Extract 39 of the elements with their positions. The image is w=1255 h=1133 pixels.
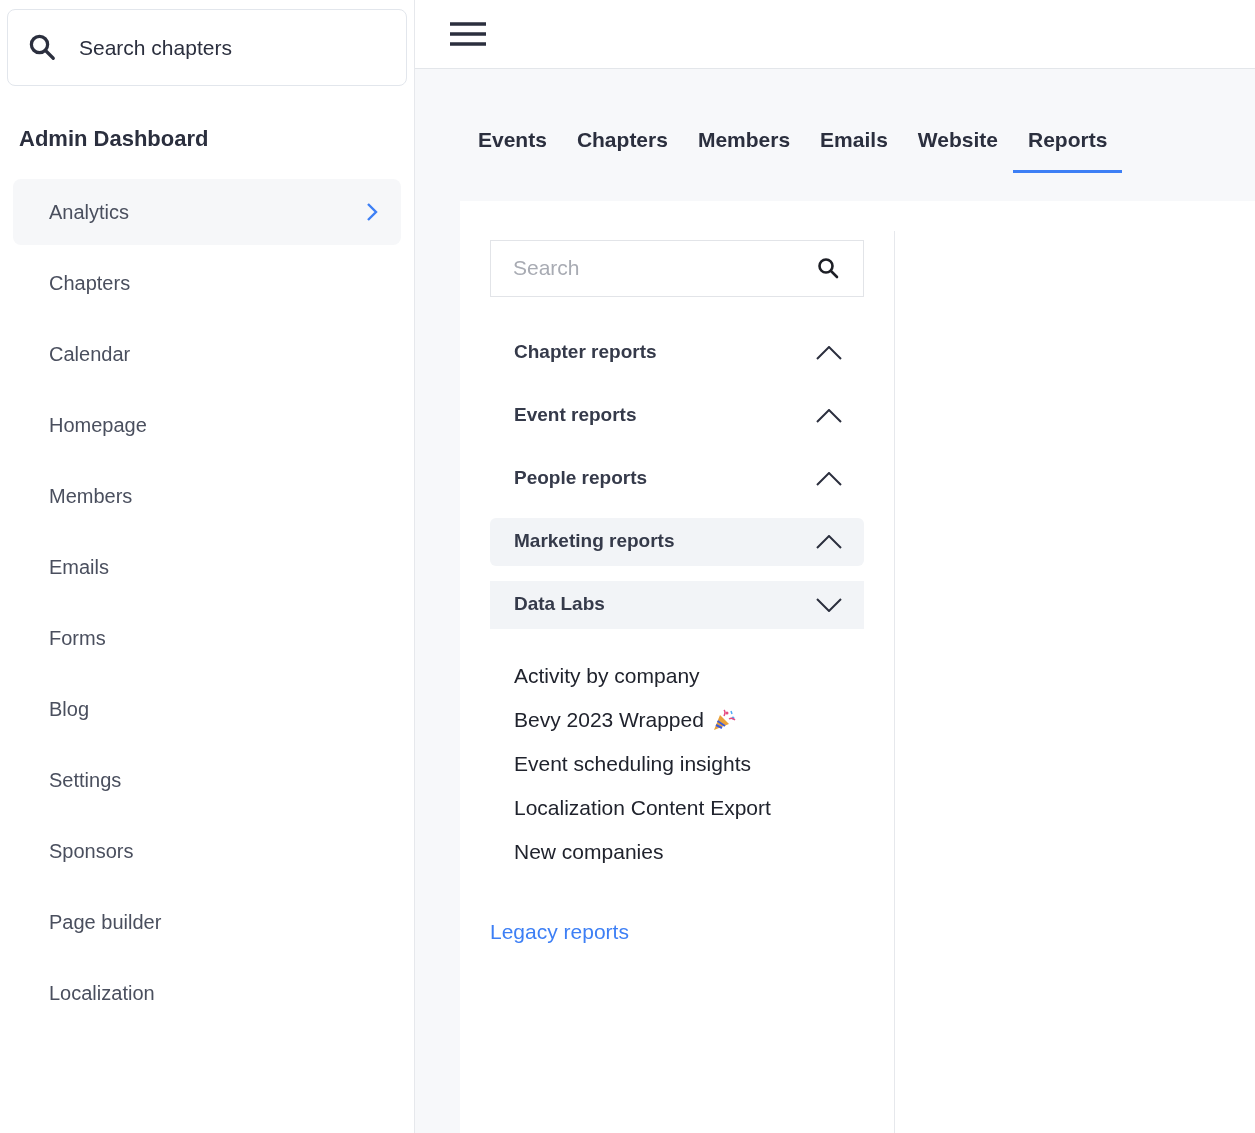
legacy-reports-link[interactable]: Legacy reports <box>490 915 629 947</box>
sidebar-item[interactable]: Chapters <box>13 250 401 316</box>
search-icon <box>816 255 840 280</box>
chevron-up-icon <box>816 534 842 549</box>
report-link[interactable]: Localization Content Export <box>514 785 864 830</box>
report-link[interactable]: Event scheduling insights <box>514 741 864 786</box>
tab[interactable]: Events <box>463 124 562 173</box>
sidebar-title: Admin Dashboard <box>19 125 210 153</box>
report-section-header[interactable]: Marketing reports <box>490 517 864 566</box>
sidebar-item[interactable]: Emails <box>13 534 401 600</box>
chevron-up-icon <box>816 345 842 360</box>
sidebar-item[interactable]: Homepage <box>13 392 401 458</box>
sidebar-item[interactable]: Forms <box>13 605 401 671</box>
tab[interactable]: Members <box>682 124 806 173</box>
chevron-down-icon <box>816 597 842 612</box>
tab[interactable]: Website <box>902 124 1013 173</box>
search-icon <box>27 32 57 62</box>
menu-icon[interactable] <box>450 21 486 47</box>
sidebar-item[interactable]: Sponsors <box>13 818 401 884</box>
tab[interactable]: Emails <box>805 124 903 173</box>
sidebar-item[interactable]: Blog <box>13 676 401 742</box>
tab[interactable]: Reports <box>1012 124 1123 173</box>
tab[interactable]: Chapters <box>561 124 683 173</box>
sidebar-item[interactable]: Settings <box>13 747 401 813</box>
sidebar-item[interactable]: Calendar <box>13 321 401 387</box>
sidebar-item[interactable]: Page builder <box>13 889 401 955</box>
report-link[interactable]: New companies <box>514 829 864 874</box>
report-section-header[interactable]: Data Labs <box>490 580 864 629</box>
sidebar-item[interactable]: Localization <box>13 960 401 1026</box>
party-popper-icon <box>711 708 736 731</box>
search-field[interactable]: Search chapters <box>7 9 407 86</box>
report-link[interactable]: Bevy 2023 Wrapped <box>514 697 864 742</box>
chevron-up-icon <box>816 408 842 423</box>
chevron-up-icon <box>816 471 842 486</box>
report-link[interactable]: Activity by company <box>514 653 864 698</box>
sidebar-item[interactable]: Analytics <box>13 179 401 245</box>
sidebar-item[interactable]: Members <box>13 463 401 529</box>
search-field[interactable]: Search <box>490 239 864 297</box>
chevron-right-icon <box>365 201 379 223</box>
